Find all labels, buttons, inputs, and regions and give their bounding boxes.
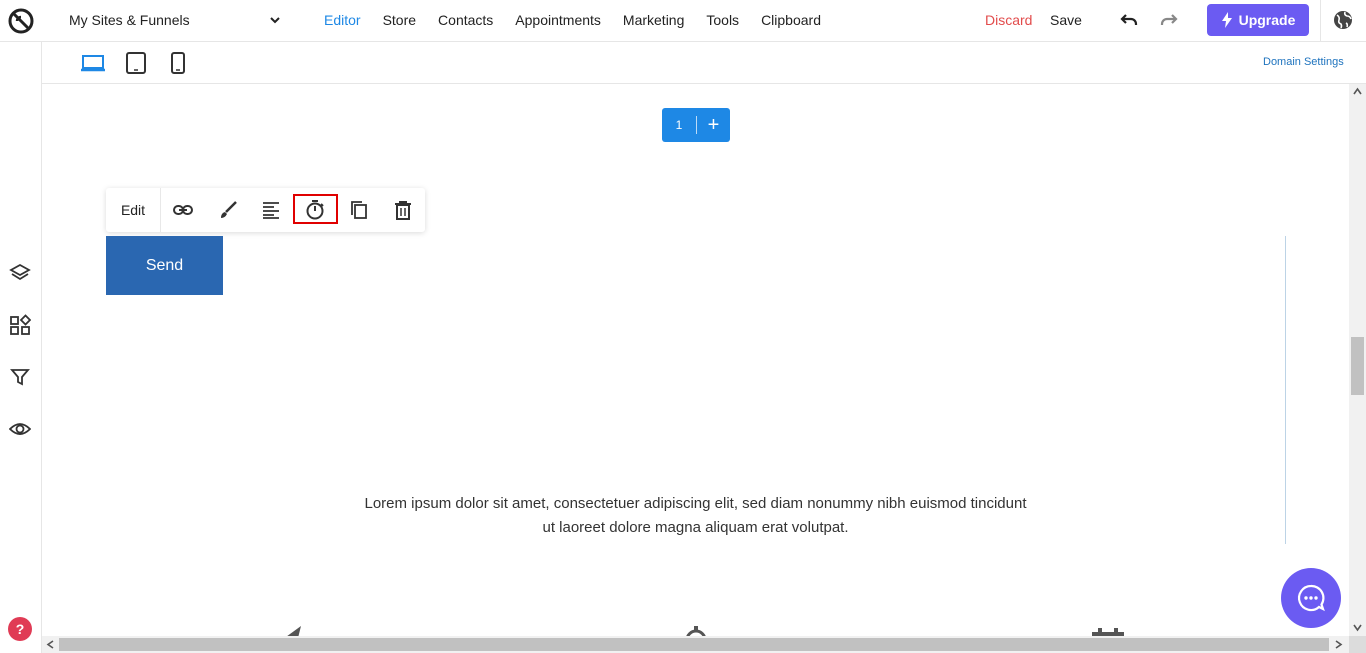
widgets-icon[interactable]	[9, 314, 31, 336]
redo-icon[interactable]	[1159, 10, 1181, 32]
column-guide-line	[1285, 236, 1286, 544]
scroll-up-icon[interactable]	[1353, 87, 1362, 96]
link-icon[interactable]	[172, 199, 194, 221]
nav-marketing[interactable]: Marketing	[623, 12, 684, 28]
page-switcher: 1 +	[662, 108, 730, 142]
lorem-line: Lorem ipsum dolor sit amet, consectetuer…	[364, 495, 1027, 512]
nav-appointments[interactable]: Appointments	[515, 12, 601, 28]
layers-icon[interactable]	[9, 262, 31, 284]
delete-icon[interactable]	[392, 199, 414, 221]
scroll-left-icon[interactable]	[46, 640, 55, 649]
discard-button[interactable]: Discard	[985, 12, 1032, 28]
scrollbar-corner	[1349, 636, 1366, 653]
help-button[interactable]: ?	[8, 617, 32, 641]
desktop-icon[interactable]	[80, 51, 106, 75]
editor-canvas: 1 + Edit Send Lorem ipsum dolor sit amet…	[42, 84, 1349, 636]
main-nav: Editor Store Contacts Appointments Marke…	[324, 12, 843, 28]
vertical-scrollbar[interactable]	[1349, 84, 1366, 636]
chat-icon	[1297, 584, 1325, 612]
chat-widget-button[interactable]	[1281, 568, 1341, 628]
left-sidebar	[0, 42, 42, 653]
timer-icon[interactable]	[304, 199, 326, 221]
lorem-paragraph[interactable]: Lorem ipsum dolor sit amet, consectetuer…	[322, 492, 1069, 540]
brush-icon[interactable]	[217, 199, 239, 221]
device-bar: Domain Settings	[42, 42, 1366, 84]
vertical-scroll-thumb[interactable]	[1351, 337, 1364, 395]
chevron-down-icon[interactable]	[268, 13, 282, 27]
filter-icon[interactable]	[9, 366, 31, 388]
horizontal-scroll-thumb[interactable]	[59, 638, 1329, 651]
tablet-icon[interactable]	[123, 51, 149, 75]
lightning-icon	[1221, 12, 1232, 28]
mobile-icon[interactable]	[165, 51, 191, 75]
element-toolbar: Edit	[106, 188, 425, 232]
scroll-down-icon[interactable]	[1353, 623, 1362, 632]
undo-icon[interactable]	[1117, 10, 1139, 32]
paper-plane-icon	[287, 626, 301, 636]
send-button[interactable]: Send	[106, 236, 223, 295]
add-page-button[interactable]: +	[697, 115, 730, 135]
domain-settings-link[interactable]: Domain Settings	[1263, 56, 1344, 68]
upgrade-button[interactable]: Upgrade	[1207, 4, 1309, 36]
top-bar: My Sites & Funnels Editor Store Contacts…	[0, 0, 1366, 42]
stopwatch-icon	[686, 626, 706, 636]
duplicate-icon[interactable]	[348, 199, 370, 221]
globe-icon[interactable]	[1332, 9, 1354, 31]
help-icon: ?	[15, 621, 25, 637]
nav-store[interactable]: Store	[383, 12, 416, 28]
logo-icon[interactable]	[8, 8, 34, 34]
align-left-icon[interactable]	[260, 199, 282, 221]
edit-button[interactable]: Edit	[106, 188, 161, 232]
eye-icon[interactable]	[9, 418, 31, 440]
nav-editor[interactable]: Editor	[324, 12, 361, 28]
site-selector[interactable]: My Sites & Funnels	[69, 12, 190, 28]
nav-tools[interactable]: Tools	[706, 12, 739, 28]
upgrade-label: Upgrade	[1238, 12, 1296, 28]
scroll-right-icon[interactable]	[1334, 640, 1343, 649]
calendar-icon	[1092, 628, 1124, 636]
lorem-line: ut laoreet dolore magna aliquam erat vol…	[542, 519, 849, 536]
page-number[interactable]: 1	[662, 118, 696, 132]
nav-contacts[interactable]: Contacts	[438, 12, 493, 28]
save-button[interactable]: Save	[1050, 12, 1082, 28]
horizontal-scrollbar[interactable]	[42, 636, 1349, 653]
nav-clipboard[interactable]: Clipboard	[761, 12, 821, 28]
header-divider	[1320, 0, 1321, 42]
